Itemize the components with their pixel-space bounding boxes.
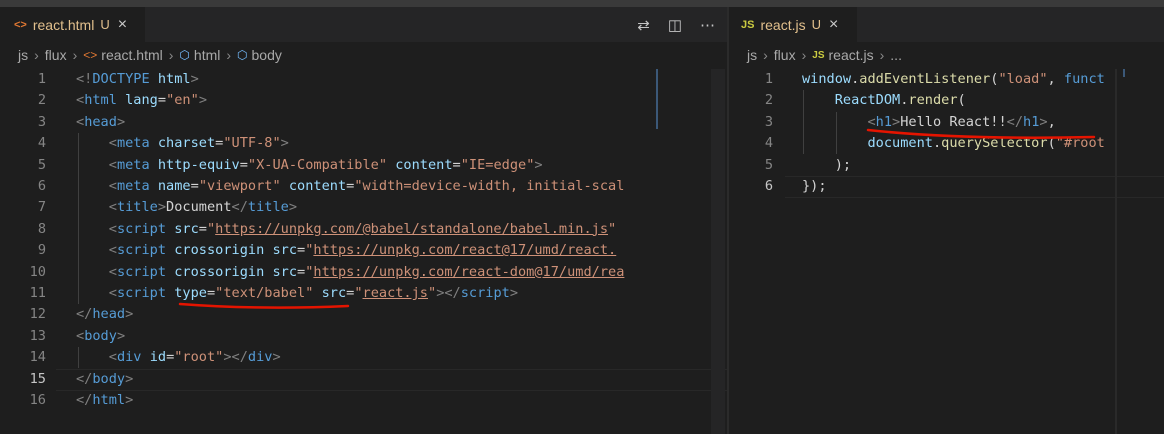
underline-annotation (866, 128, 1096, 139)
annotation-overlay (178, 128, 1096, 309)
underline-annotation (178, 302, 350, 309)
